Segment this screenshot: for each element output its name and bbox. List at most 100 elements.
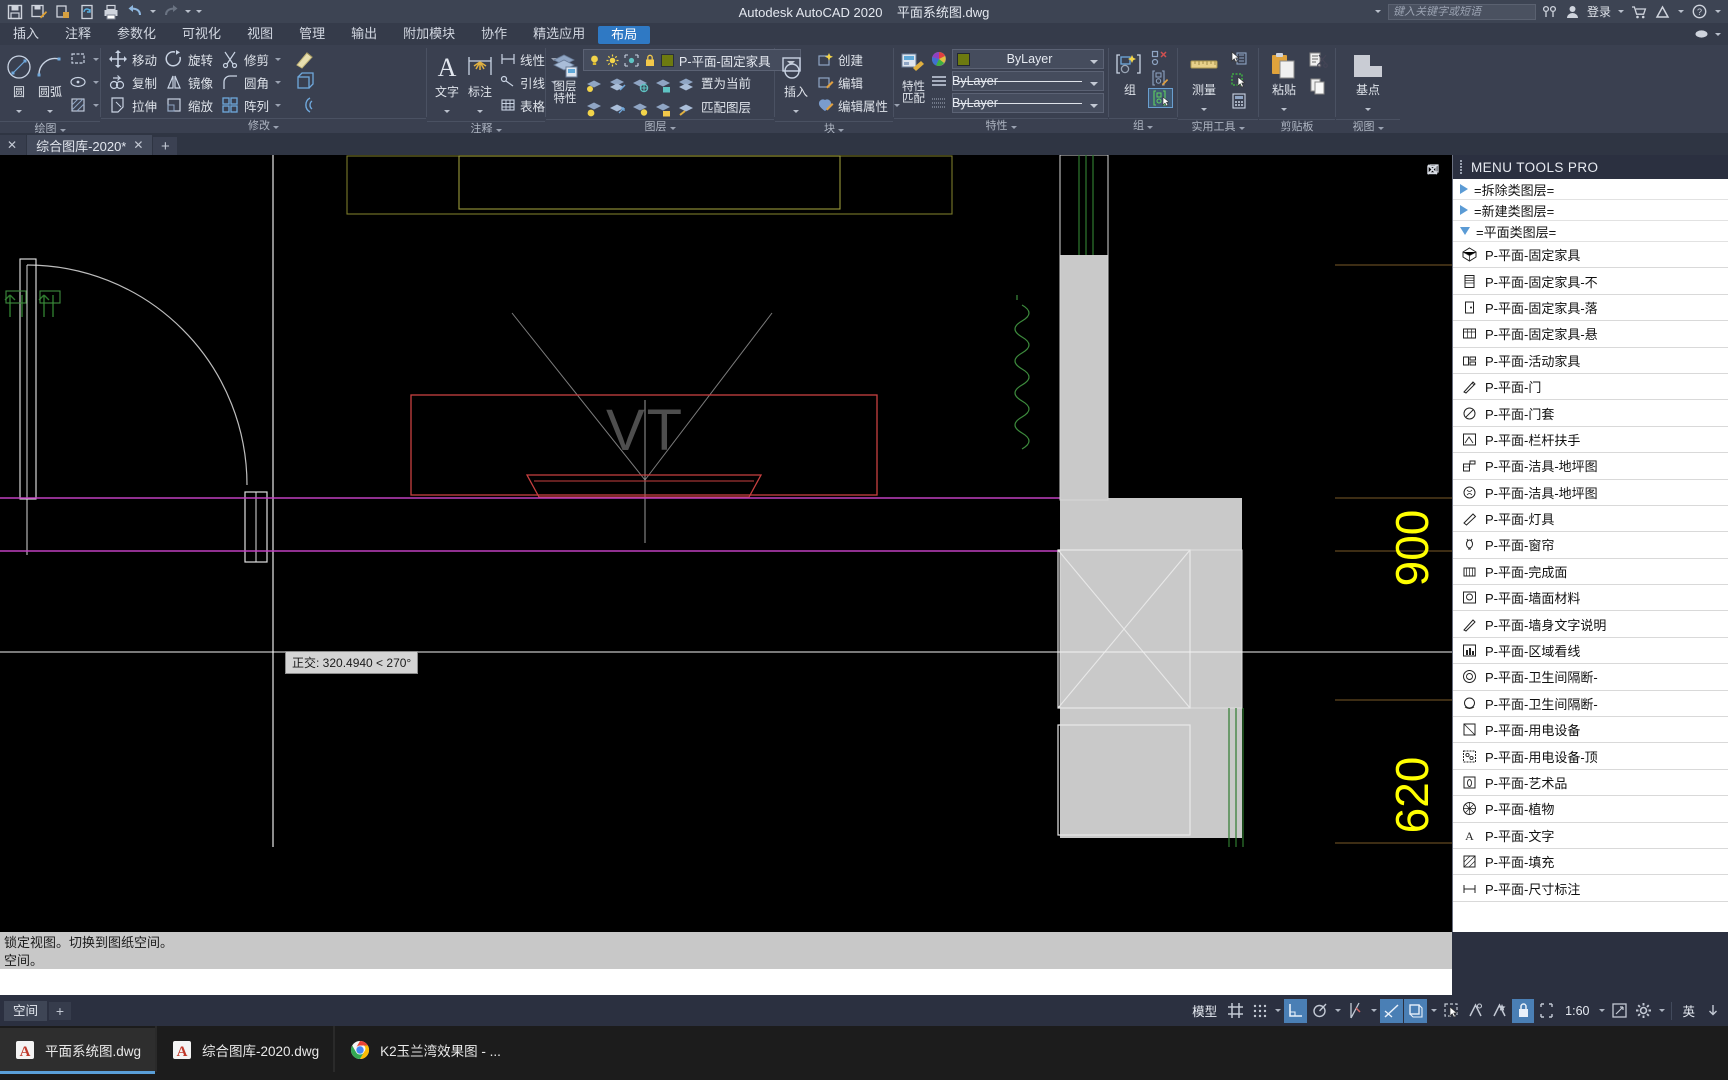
layer-color-swatch[interactable]	[661, 53, 674, 67]
palette-group-demolition[interactable]: =拆除类图层=	[1453, 179, 1728, 200]
file-tab-1[interactable]: 综合图库-2020* ✕	[27, 135, 153, 155]
edit-attributes-button[interactable]: 编辑属性	[814, 94, 905, 116]
palette-item-2[interactable]: P-平面-固定家具-落	[1453, 295, 1728, 322]
layout-tab-space[interactable]: 空间	[4, 1000, 48, 1021]
trim-caret[interactable]	[273, 58, 283, 61]
layer-properties-button[interactable]: 图层 特性	[550, 48, 580, 105]
ribbon-tab-layout[interactable]: 布局	[598, 26, 651, 44]
match-layer-label[interactable]: 匹配图层	[701, 97, 751, 119]
palette-item-1[interactable]: P-平面-固定家具-不	[1453, 268, 1728, 295]
network-icon[interactable]	[1541, 2, 1559, 22]
stretch-button[interactable]: 拉伸	[105, 94, 160, 116]
layer-on-icon[interactable]	[583, 97, 605, 119]
ribbon-collapse-caret[interactable]	[1713, 24, 1722, 44]
paste-button[interactable]: 粘贴	[1263, 48, 1305, 119]
customization-icon[interactable]	[1632, 999, 1655, 1023]
input-language-indicator[interactable]: 英	[1676, 999, 1701, 1023]
ribbon-tab-addins[interactable]: 附加模块	[390, 23, 468, 45]
select-similar-button[interactable]	[1227, 69, 1251, 90]
palette-group-new-build[interactable]: =新建类图层=	[1453, 200, 1728, 221]
fillet-caret[interactable]	[273, 81, 283, 84]
user-account-icon[interactable]	[1564, 2, 1582, 22]
set-current-label[interactable]: 置为当前	[701, 73, 751, 95]
base-point-caret[interactable]	[1364, 99, 1373, 119]
palette-item-3[interactable]: P-平面-固定家具-悬	[1453, 321, 1728, 348]
ribbon-tab-parametric[interactable]: 参数化	[104, 23, 169, 45]
scale-button[interactable]: 缩放	[161, 94, 216, 116]
clean-screen-icon[interactable]	[1608, 999, 1631, 1023]
open-icon[interactable]	[52, 2, 74, 22]
layer-thaw-icon[interactable]	[629, 97, 651, 119]
ribbon-tab-annotate[interactable]: 注释	[52, 23, 104, 45]
palette-item-10[interactable]: P-平面-灯具	[1453, 506, 1728, 533]
hatch-button[interactable]	[66, 94, 104, 116]
file-tab-1-close-icon[interactable]: ✕	[133, 138, 143, 152]
isolate-objects-icon[interactable]	[1535, 999, 1558, 1023]
linetype-combo[interactable]: ByLayer	[952, 71, 1104, 91]
rotate-button[interactable]: 旋转	[161, 48, 216, 70]
save-icon[interactable]	[4, 2, 26, 22]
drawing-canvas[interactable]: VT 900 620 正交: 320.4940 < 270°	[0, 155, 1452, 932]
palette-item-21[interactable]: P-平面-植物	[1453, 796, 1728, 823]
palette-item-24[interactable]: P-平面-尺寸标注	[1453, 875, 1728, 902]
ellipse-button[interactable]	[66, 71, 104, 93]
mirror-button[interactable]: 镜像	[161, 71, 216, 93]
base-point-button[interactable]: 基点	[1342, 48, 1394, 119]
search-expand-caret[interactable]	[1374, 2, 1383, 22]
layer-isolate-icon[interactable]	[606, 73, 628, 95]
quick-select-button[interactable]	[1227, 48, 1251, 69]
autoscale-icon[interactable]	[1488, 999, 1511, 1023]
layer-lock-icon[interactable]	[652, 73, 674, 95]
lineweight-combo[interactable]: ByLayer	[952, 93, 1104, 113]
new-file-tab-button[interactable]: +	[153, 137, 178, 155]
ime-tray-icon[interactable]	[1702, 999, 1724, 1023]
measure-caret[interactable]	[1200, 99, 1209, 119]
rectangle-button[interactable]	[66, 48, 104, 70]
copy-clip-button[interactable]	[1306, 74, 1331, 98]
file-tab-0-close-icon[interactable]: ✕	[7, 138, 17, 152]
array-caret[interactable]	[273, 104, 283, 107]
set-current-icon[interactable]	[675, 73, 697, 95]
linetype-icon[interactable]	[930, 73, 948, 89]
palette-item-17[interactable]: P-平面-卫生间隔断-	[1453, 691, 1728, 718]
group-edit-button[interactable]	[1148, 68, 1173, 88]
color-combo-caret[interactable]	[1089, 52, 1099, 67]
calculator-button[interactable]	[1227, 90, 1251, 111]
group-button[interactable]: 组	[1113, 48, 1147, 98]
polar-tracking-caret[interactable]	[1332, 1009, 1343, 1012]
palette-item-13[interactable]: P-平面-墙面材料	[1453, 585, 1728, 612]
palette-item-12[interactable]: P-平面-完成面	[1453, 559, 1728, 586]
command-input[interactable]	[0, 969, 1452, 995]
circle-caret[interactable]	[15, 101, 24, 121]
search-input[interactable]: 键入关键字或短语	[1387, 3, 1536, 20]
palette-item-23[interactable]: P-平面-填充	[1453, 849, 1728, 876]
ungroup-button[interactable]	[1148, 48, 1173, 68]
cut-button[interactable]	[1306, 48, 1331, 72]
ellipse-caret[interactable]	[91, 81, 101, 84]
autodesk-caret[interactable]	[1676, 2, 1685, 22]
help-icon[interactable]: ?	[1690, 2, 1708, 22]
save-as-icon[interactable]	[28, 2, 50, 22]
color-combo[interactable]: ByLayer	[952, 49, 1104, 69]
array-button[interactable]: 阵列	[217, 94, 286, 116]
palette-group-plan[interactable]: =平面类图层=	[1453, 221, 1728, 242]
lineweight-icon[interactable]	[930, 95, 948, 111]
taskbar-item-0[interactable]: A 平面系统图.dwg	[0, 1028, 156, 1074]
model-space-button[interactable]: 模型	[1186, 999, 1223, 1023]
text-button[interactable]: A 文字	[431, 48, 463, 121]
file-tab-0[interactable]: ✕	[0, 135, 27, 155]
erase-button[interactable]	[291, 48, 319, 70]
palette-item-7[interactable]: P-平面-栏杆扶手	[1453, 427, 1728, 454]
redo-icon[interactable]	[159, 2, 181, 22]
move-button[interactable]: 移动	[105, 48, 160, 70]
help-caret[interactable]	[1713, 2, 1722, 22]
grid-display-icon[interactable]	[1224, 999, 1247, 1023]
ucs-icon[interactable]	[1404, 998, 1428, 1023]
polar-tracking-icon[interactable]	[1308, 999, 1331, 1023]
ribbon-tab-manage[interactable]: 管理	[286, 23, 338, 45]
sun-icon[interactable]	[606, 54, 619, 67]
linetype-combo-caret[interactable]	[1089, 74, 1099, 89]
cart-icon[interactable]	[1630, 2, 1648, 22]
explode-button[interactable]	[291, 71, 319, 93]
customize-icon[interactable]	[194, 2, 203, 22]
